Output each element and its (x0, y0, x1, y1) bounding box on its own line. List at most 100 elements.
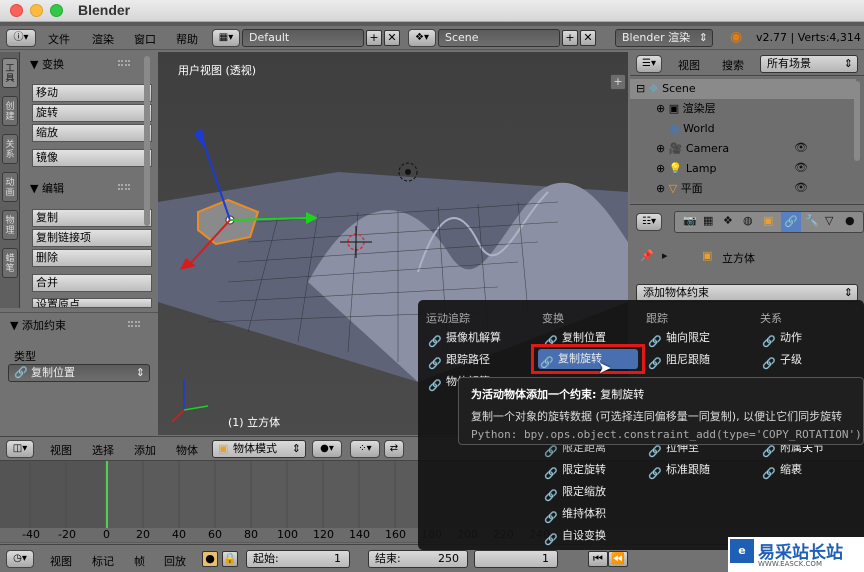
data-tab-icon[interactable]: ▽ (825, 214, 833, 227)
menu-item-damped-track[interactable]: 🔗 阻尼跟随 (646, 350, 710, 370)
render-layers-tab-icon[interactable]: ▦ (703, 214, 713, 227)
set-origin-button[interactable]: 设置原点 (32, 298, 152, 308)
menu-item-locked-track[interactable]: 🔗 轴向限定 (646, 328, 710, 348)
add-screen-button[interactable]: + (366, 30, 382, 46)
outliner-row-scene[interactable]: ⊟ ❖ Scene (630, 79, 856, 99)
start-frame-field[interactable]: 起始: 1 (246, 550, 350, 568)
menu-file[interactable]: 文件 (48, 31, 70, 47)
render-engine-select[interactable]: Blender 渲染 ⇕ (615, 29, 713, 47)
outliner-row-lamp[interactable]: ⊕ 💡 Lamp (630, 159, 856, 179)
view3d-menu-view[interactable]: 视图 (50, 442, 72, 458)
scene-icon[interactable]: ❖▾ (408, 29, 436, 47)
timeline-menu-frame[interactable]: 帧 (134, 553, 145, 569)
minimize-window-button[interactable] (30, 4, 43, 17)
lock-icon[interactable]: 🔒 (222, 551, 238, 567)
menu-item-action[interactable]: 🔗 动作 (760, 328, 802, 348)
rotate-button[interactable]: 旋转 (32, 104, 152, 122)
outliner-menu-search[interactable]: 搜索 (722, 57, 744, 73)
menu-item-camera-solver[interactable]: 🔗 摄像机解算 (426, 328, 501, 348)
screen-layout-field[interactable]: Default (242, 29, 364, 47)
menu-item-child-of[interactable]: 🔗 子级 (760, 350, 802, 370)
jump-to-keyframe-icon[interactable]: ⏪ (608, 551, 628, 567)
expand-icon[interactable]: ⊕ (656, 102, 665, 115)
3d-view-editor-type-icon[interactable]: ◫▾ (6, 440, 34, 458)
world-tab-icon[interactable]: ◍ (743, 214, 753, 227)
tab-tools[interactable]: 工具 (2, 58, 18, 88)
current-frame-field[interactable]: 1 (474, 550, 558, 568)
timeline-menu-playback[interactable]: 回放 (164, 553, 186, 569)
timeline-editor-type-icon[interactable]: ◷▾ (6, 550, 34, 568)
visibility-eye-icon[interactable]: 👁 (794, 181, 808, 194)
view3d-menu-object[interactable]: 物体 (176, 442, 198, 458)
outliner-row-camera[interactable]: ⊕ 🎥 Camera (630, 139, 856, 159)
outliner-display-mode-select[interactable]: 所有场景 ⇕ (760, 55, 858, 73)
add-constraint-header[interactable]: ▼ 添加约束 (10, 317, 66, 333)
transform-panel-header[interactable]: ▼ 变换 (30, 56, 64, 72)
tab-create[interactable]: 创建 (2, 96, 18, 126)
interaction-mode-select[interactable]: ▣ 物体模式 ⇕ (212, 440, 306, 458)
render-tab-icon[interactable]: 📷 (683, 214, 697, 227)
close-window-button[interactable] (10, 4, 23, 17)
editor-type-info-icon[interactable]: ⓘ▾ (6, 29, 36, 47)
properties-editor-type-icon[interactable]: ☷▾ (636, 213, 662, 231)
timeline-menu-view[interactable]: 视图 (50, 553, 72, 569)
outliner-scrollbar[interactable] (854, 81, 860, 161)
manipulator-icon[interactable]: ⇄ (384, 440, 404, 458)
remove-screen-button[interactable]: ✕ (384, 30, 400, 46)
tab-physics[interactable]: 物理 (2, 210, 18, 240)
record-keyframe-button[interactable]: ● (202, 551, 218, 567)
toggle-properties-region-button[interactable]: + (610, 74, 626, 90)
add-scene-button[interactable]: + (562, 30, 578, 46)
constraint-type-select[interactable]: 🔗 复制位置 ⇕ (8, 364, 150, 382)
view3d-menu-add[interactable]: 添加 (134, 442, 156, 458)
properties-context-tabs[interactable]: 📷 ▦ ❖ ◍ ▣ 🔗 🔧 ▽ ● (674, 211, 864, 233)
tab-animation[interactable]: 动画 (2, 172, 18, 202)
outliner-menu-view[interactable]: 视图 (678, 57, 700, 73)
menu-item-track-to[interactable]: 🔗 标准跟随 (646, 460, 710, 480)
constraints-tab-icon[interactable]: 🔗 (781, 212, 801, 232)
panel-grip-icon[interactable] (128, 321, 140, 327)
menu-render[interactable]: 渲染 (92, 31, 114, 47)
tab-relations[interactable]: 关系 (2, 134, 18, 164)
expand-icon[interactable]: ⊕ (656, 162, 665, 175)
menu-item-transformation[interactable]: 🔗 自设变换 (542, 526, 606, 546)
tool-shelf-scrollbar[interactable] (144, 56, 150, 226)
panel-grip-icon[interactable] (118, 184, 130, 190)
material-tab-icon[interactable]: ● (845, 214, 855, 227)
expand-icon[interactable]: ⊕ (656, 142, 665, 155)
menu-item-maintain-volume[interactable]: 🔗 维持体积 (542, 504, 606, 524)
menu-item-follow-track[interactable]: 🔗 跟踪路径 (426, 350, 490, 370)
menu-item-limit-scale[interactable]: 🔗 限定缩放 (542, 482, 606, 502)
join-button[interactable]: 合并 (32, 274, 152, 292)
pin-icon[interactable]: 📌 (640, 249, 654, 262)
scene-tab-icon[interactable]: ❖ (723, 214, 733, 227)
delete-button[interactable]: 删除 (32, 249, 152, 267)
zoom-window-button[interactable] (50, 4, 63, 17)
scene-field[interactable]: Scene (438, 29, 560, 47)
edit-panel-header[interactable]: ▼ 编辑 (30, 180, 64, 196)
viewport-shading-icon[interactable]: ●▾ (312, 440, 342, 458)
outliner-row-plane[interactable]: ⊕ ▽ 平面 (630, 179, 856, 199)
translate-button[interactable]: 移动 (32, 84, 152, 102)
outliner-editor-type-icon[interactable]: ☰▾ (636, 55, 662, 73)
menu-item-shrinkwrap[interactable]: 🔗 缩裹 (760, 460, 802, 480)
visibility-eye-icon[interactable]: 👁 (794, 161, 808, 174)
pivot-point-icon[interactable]: ⁘▾ (350, 440, 380, 458)
visibility-eye-icon[interactable]: 👁 (794, 141, 808, 154)
duplicate-linked-button[interactable]: 复制链接项 (32, 229, 152, 247)
duplicate-button[interactable]: 复制 (32, 209, 152, 227)
menu-help[interactable]: 帮助 (176, 31, 198, 47)
scale-button[interactable]: 缩放 (32, 124, 152, 142)
collapse-icon[interactable]: ⊟ (636, 82, 645, 95)
view3d-menu-select[interactable]: 选择 (92, 442, 114, 458)
outliner-row-render-layers[interactable]: ⊕ ▣ 渲染层 (630, 99, 856, 119)
modifiers-tab-icon[interactable]: 🔧 (805, 214, 819, 227)
end-frame-field[interactable]: 结束: 250 (368, 550, 468, 568)
tab-grease-pencil[interactable]: 蜡笔 (2, 248, 18, 278)
menu-window[interactable]: 窗口 (134, 31, 156, 47)
mirror-button[interactable]: 镜像 (32, 149, 152, 167)
remove-scene-button[interactable]: ✕ (580, 30, 596, 46)
timeline-menu-marker[interactable]: 标记 (92, 553, 114, 569)
expand-icon[interactable]: ⊕ (656, 182, 665, 195)
outliner-row-world[interactable]: ◍ World (630, 119, 856, 139)
